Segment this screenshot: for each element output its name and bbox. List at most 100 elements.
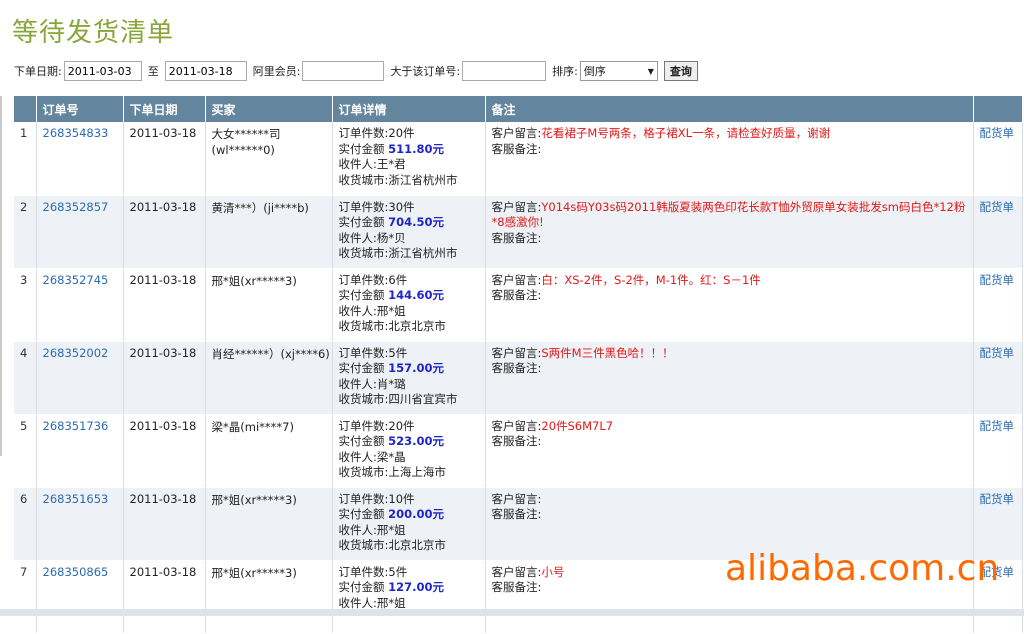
- customer-msg: 白：XS-2件，S-2件，M-1件。红：S－1件: [541, 272, 761, 287]
- order-date: 2011-03-18: [123, 414, 206, 488]
- member-label: 阿里会员:: [252, 65, 301, 78]
- row-index: 4: [14, 341, 37, 415]
- customer-msg: Y014s码Y03s码2011韩版夏装两色印花长款T恤外贸原单女装批发sm码白色…: [491, 199, 966, 230]
- customer-msg-label: 客户留言:: [491, 199, 542, 214]
- service-note-label: 客服备注:: [491, 288, 542, 302]
- remarks-cell: 客户留言:20件S6M7L7 客服备注:: [485, 414, 974, 488]
- order-link[interactable]: 268352857: [43, 200, 109, 214]
- amount-label: 实付金额: [338, 288, 385, 302]
- order-city: 收货城市:浙江省杭州市: [338, 246, 458, 260]
- amount-label: 实付金额: [338, 361, 385, 375]
- query-button[interactable]: 查询: [663, 61, 698, 81]
- order-link[interactable]: 268351653: [43, 492, 109, 506]
- order-cell: 268354833: [36, 122, 124, 196]
- order-link[interactable]: 268352002: [43, 346, 109, 360]
- header-index: [14, 96, 37, 122]
- buyer-cell: 邢*姐(xr*****3): [205, 487, 333, 561]
- buyer-name: 大女******司: [211, 127, 281, 141]
- order-receiver: 收件人:肖*璐: [338, 376, 406, 391]
- details-cell: 订单件数:6件 实付金额 144.60元 收件人:邢*姐 收货城市:北京北京市: [332, 268, 486, 342]
- order-cell: 268352002: [36, 341, 124, 415]
- order-amount: 实付金额 511.80元: [339, 142, 479, 158]
- order-date: 2011-03-18: [123, 268, 206, 342]
- picking-list-link[interactable]: 配货单: [980, 200, 1015, 214]
- picking-list-link[interactable]: 配货单: [980, 126, 1015, 140]
- action-cell: 配货单: [973, 414, 1023, 488]
- table-header-row: 订单号 下单日期 买家 订单详情 备注: [14, 96, 1023, 122]
- buyer-name: 邢*姐(xr*****3): [211, 273, 297, 288]
- buyer-name: 邢*姐(xr*****3): [211, 565, 297, 580]
- buyer-name: 肖经******）(xj****6): [211, 346, 330, 361]
- order-gt-input[interactable]: [462, 61, 547, 81]
- row-index: 6: [14, 487, 37, 561]
- order-amount: 实付金额 127.00元: [339, 580, 479, 596]
- order-link[interactable]: 268352745: [43, 273, 109, 287]
- header-remarks: 备注: [485, 96, 974, 122]
- header-order-no: 订单号: [36, 96, 124, 122]
- service-note-label: 客服备注:: [491, 230, 542, 245]
- order-qty: 订单件数:10件: [338, 491, 415, 506]
- buyer-name: 黄清***）(ji****b): [211, 200, 309, 215]
- order-cell: 268351736: [36, 414, 124, 488]
- buyer-cell: 邢*姐(xr*****3): [205, 268, 333, 342]
- picking-list-link[interactable]: 配货单: [980, 492, 1015, 506]
- date-to-input[interactable]: [164, 61, 247, 81]
- order-qty: 订单件数:20件: [338, 126, 415, 140]
- order-link[interactable]: 268354833: [43, 126, 109, 140]
- order-amount: 实付金额 144.60元: [339, 288, 479, 304]
- buyer-cell: 大女******司 (wl******0): [205, 122, 333, 196]
- filter-bar: 下单日期: 至 阿里会员: 大于该订单号: 排序: 倒序 ▼ 查询: [12, 60, 698, 82]
- customer-msg-label: 客户留言:: [491, 491, 542, 506]
- buyer-id: (wl******0): [211, 143, 275, 157]
- amount-value: 523.00元: [388, 434, 445, 448]
- buyer-name: 邢*姐(xr*****3): [211, 492, 297, 507]
- order-link[interactable]: 268351736: [43, 419, 109, 433]
- row-index: 5: [14, 414, 37, 488]
- action-cell: 配货单: [973, 341, 1023, 415]
- order-city: 收货城市:北京北京市: [338, 538, 446, 552]
- order-link[interactable]: 268350865: [43, 565, 109, 579]
- sort-value: 倒序: [583, 65, 606, 78]
- order-receiver: 收件人:邢*姐: [338, 522, 406, 537]
- customer-msg: S两件M三件黑色哈！！！: [541, 345, 674, 360]
- order-qty: 订单件数:20件: [338, 418, 415, 433]
- order-cell: 268351653: [36, 487, 124, 561]
- buyer-name: 梁*晶(mi****7): [211, 419, 294, 434]
- amount-value: 127.00元: [388, 580, 445, 594]
- to-label: 至: [147, 65, 159, 78]
- member-input[interactable]: [302, 61, 385, 81]
- details-cell: 订单件数:30件 实付金额 704.50元 收件人:杨*贝 收货城市:浙江省杭州市: [332, 195, 486, 269]
- order-qty: 订单件数:6件: [338, 272, 408, 287]
- header-date: 下单日期: [123, 96, 206, 122]
- order-date: 2011-03-18: [123, 341, 206, 415]
- action-cell: 配货单: [973, 122, 1023, 196]
- picking-list-link[interactable]: 配货单: [980, 419, 1015, 433]
- sort-select[interactable]: 倒序 ▼: [579, 61, 658, 81]
- service-note-label: 客服备注:: [491, 434, 542, 448]
- order-qty: 订单件数:5件: [338, 345, 408, 360]
- header-buyer: 买家: [205, 96, 333, 122]
- customer-msg-label: 客户留言:: [491, 272, 542, 287]
- customer-msg: 小号: [541, 564, 565, 579]
- order-city: 收货城市:四川省宜宾市: [338, 392, 458, 406]
- remarks-cell: 客户留言:S两件M三件黑色哈！！！ 客服备注:: [485, 341, 974, 415]
- date-from-input[interactable]: [63, 61, 142, 81]
- amount-value: 511.80元: [388, 141, 445, 156]
- page-title: 等待发货清单: [12, 18, 175, 48]
- action-cell: 配货单: [973, 268, 1023, 342]
- picking-list-link[interactable]: 配货单: [980, 346, 1015, 360]
- picking-list-link[interactable]: 配货单: [980, 273, 1015, 287]
- amount-value: 704.50元: [388, 215, 445, 229]
- buyer-cell: 邢*姐(xr*****3): [205, 560, 333, 634]
- service-note-label: 客服备注:: [491, 507, 542, 521]
- details-cell: 订单件数:20件 实付金额 523.00元 收件人:梁*晶 收货城市:上海上海市: [332, 414, 486, 488]
- remarks-cell: 客户留言:白：XS-2件，S-2件，M-1件。红：S－1件 客服备注:: [485, 268, 974, 342]
- order-amount: 实付金额 523.00元: [339, 434, 479, 450]
- order-gt-label: 大于该订单号:: [390, 65, 461, 78]
- table-row: 2 268352857 2011-03-18 黄清***）(ji****b) 订单件数:…: [14, 195, 1023, 269]
- customer-msg: 花看裙子M号两条，格子裙XL一条，请检查好质量，谢谢: [541, 126, 831, 140]
- details-cell: 订单件数:20件 实付金额 511.80元 收件人:王*君 收货城市:浙江省杭州市: [332, 122, 486, 196]
- amount-label: 实付金额: [338, 215, 385, 229]
- header-action: [973, 96, 1023, 122]
- left-divider: [0, 96, 2, 456]
